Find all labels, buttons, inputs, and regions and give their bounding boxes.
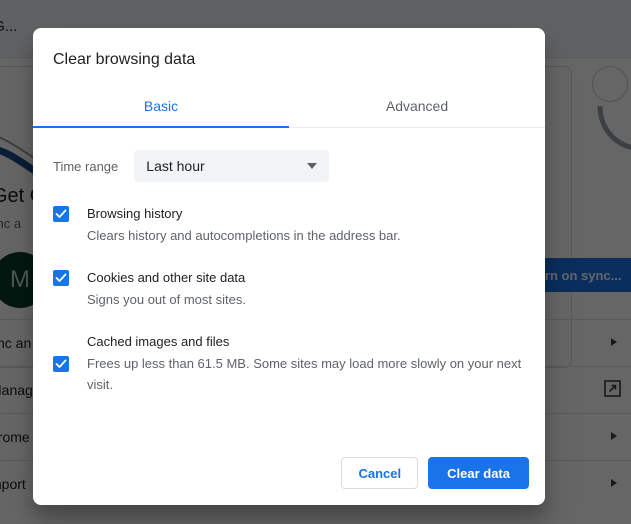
option-text: Browsing history Clears history and auto…: [87, 204, 525, 246]
checkbox-checked-icon[interactable]: [53, 270, 69, 286]
tab-advanced[interactable]: Advanced: [289, 86, 545, 127]
clear-data-button[interactable]: Clear data: [428, 457, 529, 489]
clear-browsing-data-dialog: Clear browsing data Basic Advanced Time …: [33, 28, 545, 505]
option-description: Frees up less than 61.5 MB. Some sites m…: [87, 356, 522, 392]
option-cached-images-files[interactable]: Cached images and files Frees up less th…: [53, 332, 525, 395]
option-description: Clears history and autocompletions in th…: [87, 228, 401, 243]
checkbox-checked-icon[interactable]: [53, 206, 69, 222]
option-title: Cached images and files: [87, 334, 230, 349]
time-range-label: Time range: [53, 158, 119, 174]
option-title: Browsing history: [87, 206, 183, 221]
option-title: Cookies and other site data: [87, 270, 246, 285]
tab-basic[interactable]: Basic: [33, 86, 289, 127]
option-text: Cached images and files Frees up less th…: [87, 332, 525, 395]
dialog-footer: Cancel Clear data: [33, 457, 545, 505]
cancel-button[interactable]: Cancel: [341, 457, 419, 489]
dialog-tabs: Basic Advanced: [33, 86, 545, 128]
time-range-select[interactable]: Last hour: [134, 150, 330, 182]
time-range-value: Last hour: [146, 158, 205, 174]
option-browsing-history[interactable]: Browsing history Clears history and auto…: [53, 204, 525, 246]
option-text: Cookies and other site data Signs you ou…: [87, 268, 525, 310]
checkbox-checked-icon[interactable]: [53, 355, 69, 372]
chevron-down-icon: [307, 163, 318, 169]
dialog-title: Clear browsing data: [53, 51, 196, 68]
dialog-body: Time range Last hour Browsing history Cl…: [33, 128, 545, 457]
option-cookies-site-data[interactable]: Cookies and other site data Signs you ou…: [53, 268, 525, 310]
clear-options-list: Browsing history Clears history and auto…: [53, 204, 525, 395]
time-range-row: Time range Last hour: [53, 150, 525, 182]
option-description: Signs you out of most sites.: [87, 292, 246, 307]
active-tab-underline: [33, 126, 289, 128]
